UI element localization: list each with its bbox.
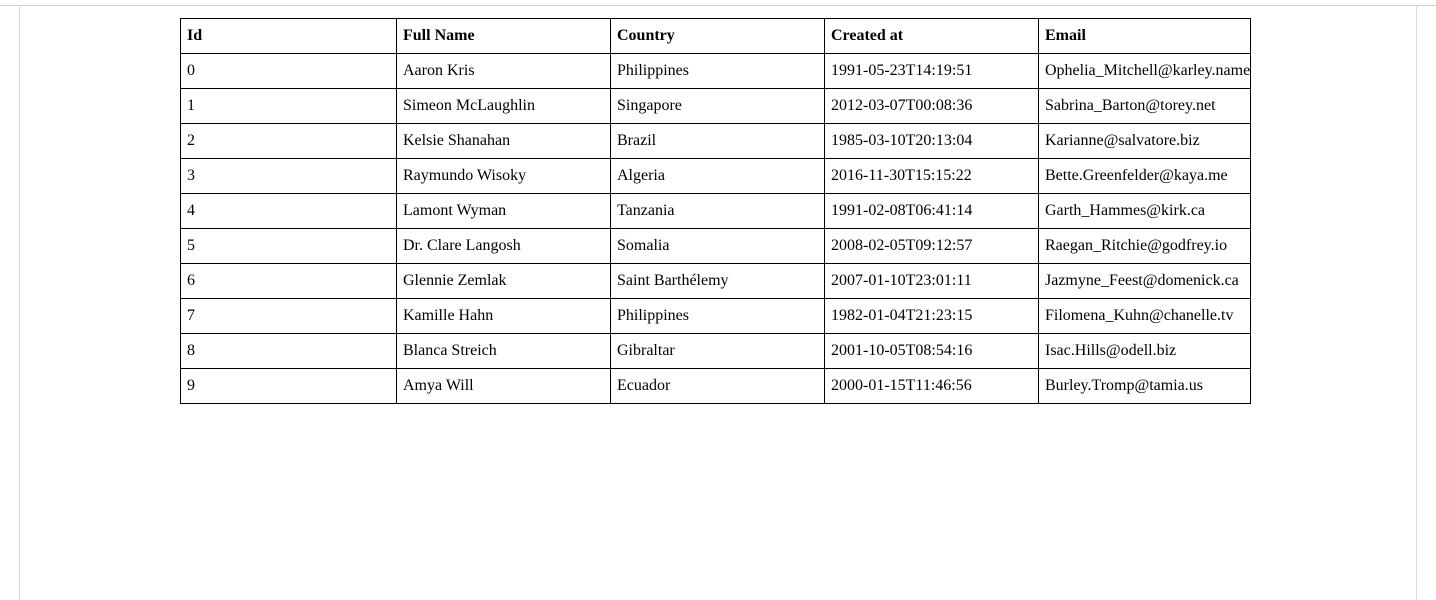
cell-email: Sabrina_Barton@torey.net — [1039, 89, 1251, 124]
cell-id: 3 — [181, 159, 397, 194]
table-row: 7Kamille HahnPhilippines1982-01-04T21:23… — [181, 299, 1251, 334]
cell-country: Somalia — [611, 229, 825, 264]
cell-country: Saint Barthélemy — [611, 264, 825, 299]
cell-full-name: Raymundo Wisoky — [397, 159, 611, 194]
cell-id: 4 — [181, 194, 397, 229]
cell-email: Ophelia_Mitchell@karley.name — [1039, 54, 1251, 89]
table-row: 4Lamont WymanTanzania1991-02-08T06:41:14… — [181, 194, 1251, 229]
cell-full-name: Aaron Kris — [397, 54, 611, 89]
cell-full-name: Kamille Hahn — [397, 299, 611, 334]
cell-email: Jazmyne_Feest@domenick.ca — [1039, 264, 1251, 299]
cell-id: 0 — [181, 54, 397, 89]
cell-country: Tanzania — [611, 194, 825, 229]
table-row: 3Raymundo WisokyAlgeria2016-11-30T15:15:… — [181, 159, 1251, 194]
viewport: Id Full Name Country Created at Email 0A… — [0, 0, 1436, 600]
cell-created-at: 2016-11-30T15:15:22 — [825, 159, 1039, 194]
cell-country: Ecuador — [611, 369, 825, 404]
cell-country: Philippines — [611, 54, 825, 89]
cell-country: Singapore — [611, 89, 825, 124]
header-created-at: Created at — [825, 19, 1039, 54]
cell-email: Isac.Hills@odell.biz — [1039, 334, 1251, 369]
header-id: Id — [181, 19, 397, 54]
cell-created-at: 2000-01-15T11:46:56 — [825, 369, 1039, 404]
cell-created-at: 2007-01-10T23:01:11 — [825, 264, 1039, 299]
data-table: Id Full Name Country Created at Email 0A… — [180, 18, 1251, 404]
cell-created-at: 1991-02-08T06:41:14 — [825, 194, 1039, 229]
table-row: 5Dr. Clare LangoshSomalia2008-02-05T09:1… — [181, 229, 1251, 264]
cell-created-at: 1991-05-23T14:19:51 — [825, 54, 1039, 89]
cell-full-name: Lamont Wyman — [397, 194, 611, 229]
table-row: 0Aaron KrisPhilippines1991-05-23T14:19:5… — [181, 54, 1251, 89]
cell-email: Filomena_Kuhn@chanelle.tv — [1039, 299, 1251, 334]
cell-full-name: Simeon McLaughlin — [397, 89, 611, 124]
table-row: 1Simeon McLaughlinSingapore2012-03-07T00… — [181, 89, 1251, 124]
header-full-name: Full Name — [397, 19, 611, 54]
cell-id: 9 — [181, 369, 397, 404]
table-body: 0Aaron KrisPhilippines1991-05-23T14:19:5… — [181, 54, 1251, 404]
cell-created-at: 2001-10-05T08:54:16 — [825, 334, 1039, 369]
cell-email: Raegan_Ritchie@godfrey.io — [1039, 229, 1251, 264]
cell-id: 5 — [181, 229, 397, 264]
cell-id: 1 — [181, 89, 397, 124]
table-row: 2Kelsie ShanahanBrazil1985-03-10T20:13:0… — [181, 124, 1251, 159]
cell-email: Bette.Greenfelder@kaya.me — [1039, 159, 1251, 194]
cell-created-at: 1985-03-10T20:13:04 — [825, 124, 1039, 159]
cell-created-at: 1982-01-04T21:23:15 — [825, 299, 1039, 334]
header-email: Email — [1039, 19, 1251, 54]
cell-country: Brazil — [611, 124, 825, 159]
cell-email: Karianne@salvatore.biz — [1039, 124, 1251, 159]
cell-id: 6 — [181, 264, 397, 299]
cell-email: Burley.Tromp@tamia.us — [1039, 369, 1251, 404]
table-container: Id Full Name Country Created at Email 0A… — [180, 18, 1250, 404]
cell-full-name: Glennie Zemlak — [397, 264, 611, 299]
cell-country: Philippines — [611, 299, 825, 334]
table-row: 9Amya WillEcuador2000-01-15T11:46:56Burl… — [181, 369, 1251, 404]
table-header: Id Full Name Country Created at Email — [181, 19, 1251, 54]
table-row: 8Blanca StreichGibraltar2001-10-05T08:54… — [181, 334, 1251, 369]
table-row: 6Glennie ZemlakSaint Barthélemy2007-01-1… — [181, 264, 1251, 299]
cell-country: Algeria — [611, 159, 825, 194]
cell-id: 2 — [181, 124, 397, 159]
page-sheet: Id Full Name Country Created at Email 0A… — [19, 6, 1417, 600]
header-country: Country — [611, 19, 825, 54]
cell-full-name: Amya Will — [397, 369, 611, 404]
cell-full-name: Blanca Streich — [397, 334, 611, 369]
cell-created-at: 2008-02-05T09:12:57 — [825, 229, 1039, 264]
cell-full-name: Dr. Clare Langosh — [397, 229, 611, 264]
cell-full-name: Kelsie Shanahan — [397, 124, 611, 159]
cell-created-at: 2012-03-07T00:08:36 — [825, 89, 1039, 124]
cell-email: Garth_Hammes@kirk.ca — [1039, 194, 1251, 229]
cell-country: Gibraltar — [611, 334, 825, 369]
table-header-row: Id Full Name Country Created at Email — [181, 19, 1251, 54]
cell-id: 7 — [181, 299, 397, 334]
cell-id: 8 — [181, 334, 397, 369]
